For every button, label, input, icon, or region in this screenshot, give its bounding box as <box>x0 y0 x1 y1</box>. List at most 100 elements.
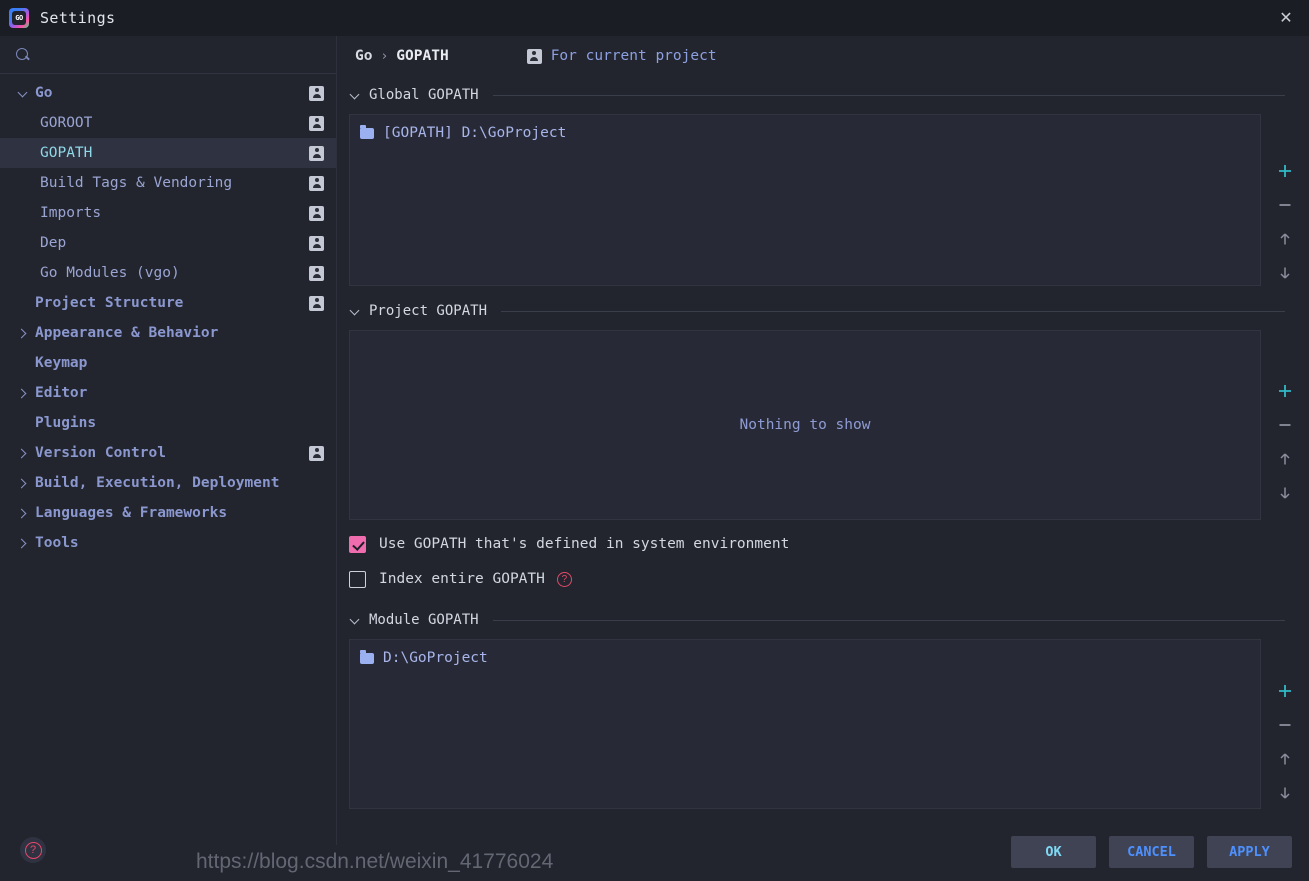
remove-button[interactable] <box>1268 188 1302 222</box>
sidebar-item-goroot[interactable]: GOROOT <box>0 108 336 138</box>
list-item[interactable]: D:\GoProject <box>350 646 1260 670</box>
module-gopath-list[interactable]: D:\GoProject <box>349 639 1261 809</box>
sidebar-item-go[interactable]: Go <box>0 78 336 108</box>
breadcrumb-current: GOPATH <box>396 48 449 64</box>
project-gopath-list[interactable]: Nothing to show <box>349 330 1261 520</box>
sidebar-item-label: Languages & Frameworks <box>35 505 228 521</box>
section-header-module-gopath[interactable]: Module GOPATH <box>337 609 1309 631</box>
checkbox-row-index-entire-gopath[interactable]: Index entire GOPATH ? <box>337 567 1309 591</box>
sidebar-item-build-tags-vendoring[interactable]: Build Tags & Vendoring <box>0 168 336 198</box>
list-item-label: D:\GoProject <box>383 650 488 666</box>
section-title: Global GOPATH <box>369 87 479 103</box>
divider <box>492 94 1285 96</box>
section-header-global-gopath[interactable]: Global GOPATH <box>337 84 1309 106</box>
sidebar-item-appearance-behavior[interactable]: Appearance & Behavior <box>0 318 336 348</box>
close-icon[interactable]: ✕ <box>1263 0 1309 36</box>
checkbox-row-use-system-gopath[interactable]: Use GOPATH that's defined in system envi… <box>337 532 1309 556</box>
project-badge-icon <box>309 145 324 161</box>
add-button[interactable] <box>1268 674 1302 708</box>
sidebar-item-label: Tools <box>35 535 79 551</box>
move-up-button[interactable] <box>1268 742 1302 776</box>
sidebar-item-editor[interactable]: Editor <box>0 378 336 408</box>
project-badge-icon <box>309 265 324 281</box>
chevron-down-icon[interactable] <box>16 87 29 100</box>
folder-icon <box>360 124 374 139</box>
breadcrumb: Go › GOPATH For current project <box>337 36 1309 76</box>
project-badge-icon <box>309 235 324 251</box>
breadcrumb-root[interactable]: Go <box>355 48 372 64</box>
move-down-button[interactable] <box>1268 476 1302 510</box>
remove-button[interactable] <box>1268 708 1302 742</box>
move-up-button[interactable] <box>1268 222 1302 256</box>
sidebar-item-label: Keymap <box>35 355 88 371</box>
chevron-right-icon[interactable] <box>16 447 29 460</box>
move-down-button[interactable] <box>1268 256 1302 290</box>
divider <box>501 310 1285 312</box>
use-system-gopath-checkbox[interactable] <box>349 535 366 553</box>
global-gopath-toolbar <box>1261 154 1309 290</box>
global-gopath-list[interactable]: [GOPATH] D:\GoProject <box>349 114 1261 286</box>
list-item-label: [GOPATH] D:\GoProject <box>383 125 567 141</box>
project-badge-icon <box>309 175 324 191</box>
help-button[interactable]: ? <box>20 837 46 863</box>
add-button[interactable] <box>1268 374 1302 408</box>
sidebar-item-go-modules-vgo[interactable]: Go Modules (vgo) <box>0 258 336 288</box>
help-icon[interactable]: ? <box>556 571 572 587</box>
chevron-right-icon[interactable] <box>16 387 29 400</box>
add-button[interactable] <box>1268 154 1302 188</box>
sidebar-item-build-execution-deployment[interactable]: Build, Execution, Deployment <box>0 468 336 498</box>
apply-button[interactable]: APPLY <box>1207 836 1292 868</box>
project-badge-icon <box>309 85 324 101</box>
chevron-down-icon <box>349 305 361 317</box>
sidebar-item-languages-frameworks[interactable]: Languages & Frameworks <box>0 498 336 528</box>
sidebar-item-label: Editor <box>35 385 88 401</box>
title-bar: GO Settings ✕ <box>0 0 1309 36</box>
sidebar-item-label: GOROOT <box>40 115 93 131</box>
project-gopath-toolbar <box>1261 374 1309 510</box>
sidebar-item-dep[interactable]: Dep <box>0 228 336 258</box>
dialog-button-row: OK CANCEL APPLY <box>1011 836 1292 868</box>
chevron-right-icon[interactable] <box>16 327 29 340</box>
sidebar-item-label: Appearance & Behavior <box>35 325 219 341</box>
cancel-button[interactable]: CANCEL <box>1109 836 1194 868</box>
help-icon: ? <box>24 841 42 859</box>
sidebar-item-label: Dep <box>40 235 67 251</box>
sidebar-item-label: Build, Execution, Deployment <box>35 475 280 491</box>
list-item[interactable]: [GOPATH] D:\GoProject <box>350 121 1260 145</box>
remove-button[interactable] <box>1268 408 1302 442</box>
sidebar-item-imports[interactable]: Imports <box>0 198 336 228</box>
sidebar-item-label: Go <box>35 85 53 101</box>
sidebar-item-project-structure[interactable]: Project Structure <box>0 288 336 318</box>
watermark-text: https://blog.csdn.net/weixin_41776024 <box>196 850 554 873</box>
chevron-right-icon[interactable] <box>16 507 29 520</box>
search-row[interactable] <box>0 36 336 74</box>
folder-icon <box>360 649 374 664</box>
sidebar-item-keymap[interactable]: Keymap <box>0 348 336 378</box>
settings-sidebar: Go GOROOT GOPATH Build Tags & Vendoring Impo… <box>0 36 337 845</box>
for-current-project: For current project <box>526 48 717 64</box>
section-title: Module GOPATH <box>369 612 479 628</box>
chevron-right-icon[interactable] <box>16 537 29 550</box>
dialog-footer: ? OK CANCEL APPLY https://blog.csdn.net/… <box>0 825 1309 881</box>
module-gopath-toolbar <box>1261 674 1309 810</box>
sidebar-item-label: Project Structure <box>35 295 184 311</box>
sidebar-item-label: GOPATH <box>40 145 93 161</box>
chevron-right-icon[interactable] <box>16 477 29 490</box>
sidebar-item-label: Plugins <box>35 415 97 431</box>
section-header-project-gopath[interactable]: Project GOPATH <box>337 300 1309 322</box>
chevron-down-icon <box>349 614 361 626</box>
sidebar-item-tools[interactable]: Tools <box>0 528 336 558</box>
ok-button[interactable]: OK <box>1011 836 1096 868</box>
sidebar-item-version-control[interactable]: Version Control <box>0 438 336 468</box>
index-entire-gopath-checkbox[interactable] <box>349 570 366 588</box>
goland-logo-icon: GO <box>9 8 29 28</box>
move-down-button[interactable] <box>1268 776 1302 810</box>
sidebar-item-plugins[interactable]: Plugins <box>0 408 336 438</box>
settings-main-panel: Go › GOPATH For current project Global G… <box>337 36 1309 845</box>
move-up-button[interactable] <box>1268 442 1302 476</box>
project-badge-icon <box>309 295 324 311</box>
window-title: Settings <box>40 9 116 27</box>
project-badge-icon <box>309 445 324 461</box>
sidebar-item-gopath[interactable]: GOPATH <box>0 138 336 168</box>
search-input[interactable] <box>32 46 282 63</box>
